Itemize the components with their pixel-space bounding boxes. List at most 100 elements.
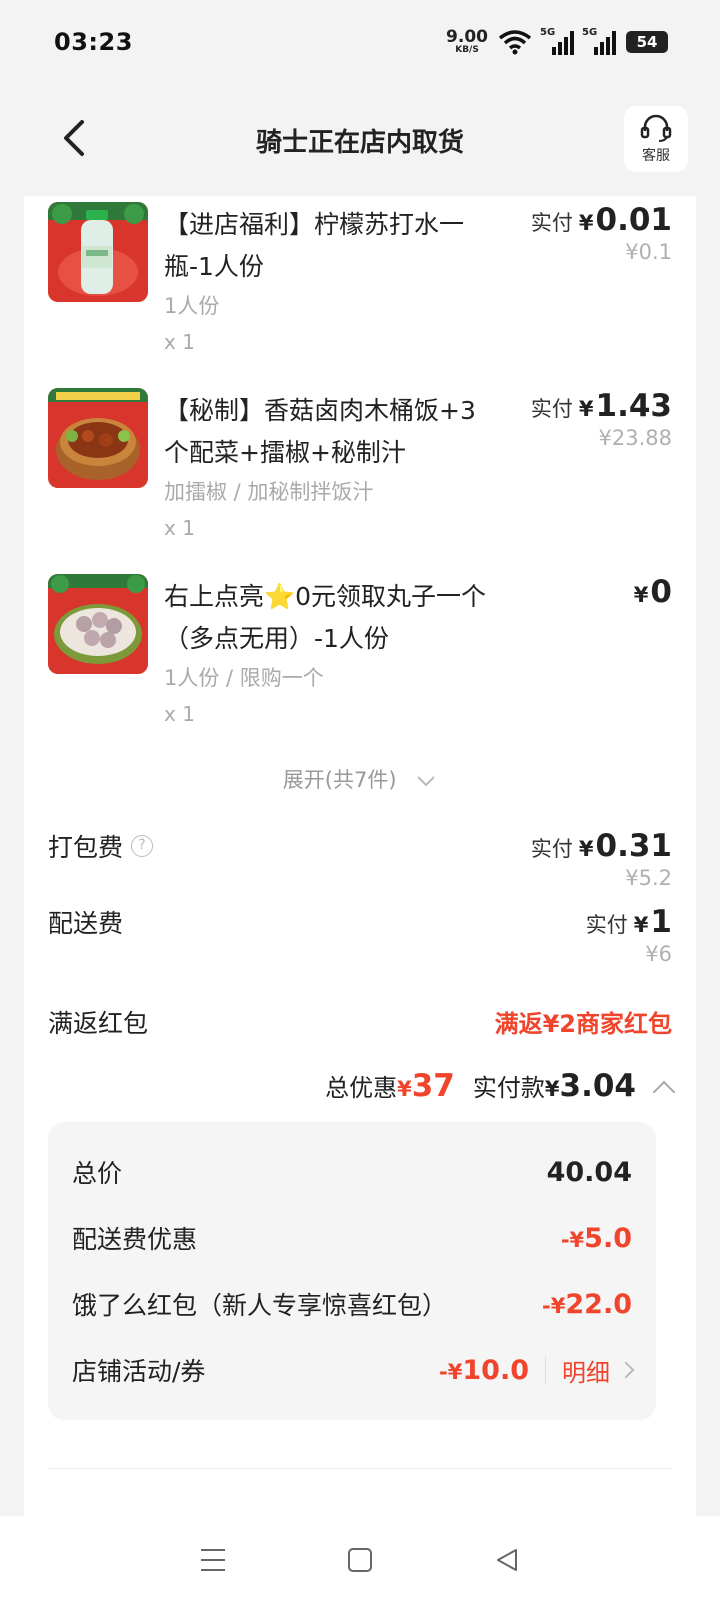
currency-symbol: ¥ [578,837,594,861]
back-button[interactable] [487,1540,527,1580]
signal-icon-2: 5G [582,27,616,55]
delivery-fee-label: 配送费 [48,909,124,938]
price-breakdown: 总价 40.04 配送费优惠 -¥5.0 饿了么红包（新人专享惊喜红包） -¥2… [48,1122,656,1420]
net-speed: 9.00 KB/S [446,29,488,55]
packing-fee-label: 打包费 [48,833,124,862]
item-name: 【进店福利】柠檬苏打水一瓶-1人份 [164,210,465,281]
item-quantity: x 1 [164,516,195,540]
page-title: 骑士正在店内取货 [255,128,464,158]
item-price: 实付 ¥ 1.43 ¥23.88 [531,388,672,450]
headset-icon [640,114,672,142]
menu-button[interactable] [193,1540,233,1580]
packing-fee-price: 实付 ¥ 0.31 ¥5.2 [531,828,672,890]
total-value: 40.04 [546,1156,632,1188]
order-item[interactable]: 右上点亮⭐0元领取丸子一个（多点无用）-1人份 1人份 / 限购一个 x 1 ¥… [24,568,696,748]
header: 骑士正在店内取货 客服 [0,96,720,184]
help-icon[interactable]: ? [131,835,154,857]
delivery-discount-amount: 5.0 [584,1222,632,1254]
original-price: ¥0.1 [625,240,672,264]
signal-label-1: 5G [540,27,556,38]
breakdown-delivery-row: 配送费优惠 -¥5.0 [72,1218,632,1258]
product-image-rice-bowl [48,388,148,488]
shop-activity-label: 店铺活动/券 [72,1357,206,1386]
shop-activity-right: -¥10.0 明细 [439,1353,635,1388]
menu-icon [201,1549,226,1571]
item-name: 【秘制】香菇卤肉木桶饭+3个配菜+擂椒+秘制汁 [164,396,476,467]
product-image-soda [48,202,148,302]
shop-activity-amount: 10.0 [462,1354,529,1386]
paid-amount: 0 [650,574,672,610]
total-label: 总价 [72,1159,123,1188]
chevron-right-icon [617,1361,635,1379]
minus-currency: -¥ [439,1359,463,1384]
expand-items-button[interactable]: 展开(共7件) [24,764,696,794]
item-price: 实付 ¥ 0.01 ¥0.1 [531,202,672,264]
pay-label: 实付 [530,397,573,421]
delivery-discount-label: 配送费优惠 [72,1225,198,1254]
chevron-down-icon [417,776,435,787]
pay-label: 实付 [530,837,573,861]
paid-amount: 0.31 [595,828,673,864]
currency-symbol: ¥ [397,1077,412,1101]
total-summary[interactable]: 总优惠 ¥ 37 实付款 ¥ 3.04 [325,1068,676,1104]
breakdown-packet-row: 饿了么红包（新人专享惊喜红包） -¥22.0 [72,1284,632,1324]
item-spec: 1人份 [164,294,220,318]
original-price: ¥5.2 [625,866,672,890]
home-square-icon [347,1548,372,1572]
packing-fee-label-wrap: 打包费 ? [48,828,154,864]
minus-currency: -¥ [542,1293,566,1318]
expand-label: 展开(共7件) [282,768,397,792]
currency-symbol: ¥ [578,397,594,421]
item-quantity: x 1 [164,330,195,354]
divider [48,1468,672,1469]
system-nav-bar [0,1516,720,1604]
breakdown-shop-row: 店铺活动/券 -¥10.0 明细 [72,1350,635,1390]
breakdown-total-row: 总价 40.04 [72,1152,632,1192]
status-icons: 9.00 KB/S 5G 5G 54 [446,27,668,55]
minus-currency: -¥ [560,1227,585,1252]
item-quantity: x 1 [164,702,195,726]
product-image-meatballs [48,574,148,674]
discount-amount: 37 [411,1068,455,1104]
order-card: 【进店福利】柠檬苏打水一瓶-1人份 1人份 x 1 实付 ¥ 0.01 ¥0.1 [24,196,696,1516]
shop-activity-value: -¥10.0 [439,1355,529,1386]
paid-total: 3.04 [559,1068,637,1104]
item-spec: 加擂椒 / 加秘制拌饭汁 [164,480,374,504]
paid-label: 实付款 [472,1074,545,1102]
item-price: ¥ 0 [634,574,672,610]
order-item[interactable]: 【秘制】香菇卤肉木桶饭+3个配菜+擂椒+秘制汁 加擂椒 / 加秘制拌饭汁 x 1… [24,382,696,562]
service-label: 客服 [642,148,670,164]
pay-label: 实付 [530,211,573,235]
currency-symbol: ¥ [633,913,649,937]
delivery-discount-value: -¥5.0 [561,1223,632,1254]
delivery-fee-label-wrap: 配送费 [48,904,123,940]
original-price: ¥23.88 [598,426,672,450]
paid-amount: 0.01 [595,202,673,238]
currency-symbol: ¥ [544,1077,560,1101]
signal-icon-1: 5G [540,27,574,55]
paid-amount: 1 [650,904,672,940]
red-packet-value: 满返¥2商家红包 [494,1010,672,1038]
details-link-label: 明细 [562,1358,610,1387]
discount-label: 总优惠 [325,1074,398,1102]
order-item[interactable]: 【进店福利】柠檬苏打水一瓶-1人份 1人份 x 1 实付 ¥ 0.01 ¥0.1 [24,196,696,376]
currency-symbol: ¥ [633,583,649,607]
divider [545,1356,546,1384]
currency-symbol: ¥ [578,211,594,235]
eleme-packet-label: 饿了么红包（新人专享惊喜红包） [72,1291,448,1320]
red-packet-label: 满返红包 [48,1009,149,1038]
status-time: 03:23 [54,28,133,56]
back-triangle-icon [496,1549,517,1571]
delivery-fee-price: 实付 ¥ 1 ¥6 [586,904,672,966]
pay-label: 实付 [585,913,628,937]
customer-service-button[interactable]: 客服 [624,106,688,172]
status-bar: 03:23 9.00 KB/S 5G 5G 54 [0,0,720,84]
battery-icon: 54 [626,31,668,53]
red-packet-label-wrap: 满返红包 [48,1004,148,1040]
original-price: ¥6 [645,942,672,966]
eleme-packet-value: -¥22.0 [542,1289,632,1320]
net-speed-unit: KB/S [455,45,479,55]
details-link[interactable]: 明细 [562,1353,635,1388]
home-button[interactable] [340,1540,380,1580]
signal-label-2: 5G [582,27,598,38]
